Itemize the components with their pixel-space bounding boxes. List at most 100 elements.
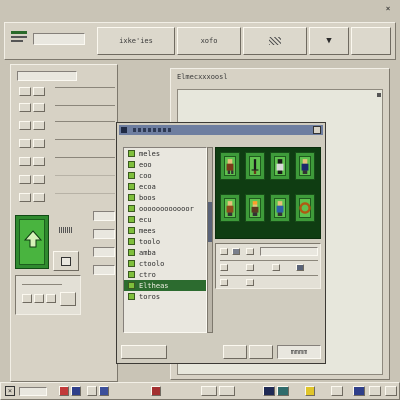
list-item[interactable]: boos — [124, 192, 206, 203]
status-swatch-yellow[interactable] — [305, 386, 315, 396]
close-icon[interactable]: × — [382, 4, 394, 14]
dither-pattern — [59, 227, 73, 233]
status-close-icon[interactable]: × — [5, 386, 15, 396]
list-item[interactable]: ctro — [124, 269, 206, 280]
list-item[interactable]: oooooooooooor — [124, 203, 206, 214]
scroll-corner-marker[interactable] — [377, 93, 381, 97]
lower-field[interactable] — [93, 247, 115, 257]
tile-cell[interactable] — [270, 152, 290, 180]
option-checkbox[interactable] — [33, 175, 45, 184]
group-button[interactable] — [46, 294, 56, 303]
tile-cell[interactable] — [220, 152, 240, 180]
prop-swatch[interactable] — [246, 279, 254, 286]
option-checkbox[interactable] — [33, 87, 45, 96]
list-item[interactable]: meles — [124, 148, 206, 159]
option-checkbox[interactable] — [33, 193, 45, 202]
divider — [220, 260, 318, 261]
list-item[interactable]: toros — [124, 291, 206, 302]
list-item-label: meles — [139, 149, 161, 158]
tile-cell[interactable] — [245, 152, 265, 180]
dialog-close-icon[interactable] — [313, 126, 321, 134]
footer-field-label: mmmm — [290, 348, 308, 356]
list-item[interactable]: mees — [124, 225, 206, 236]
list-item-label: toros — [139, 292, 161, 301]
status-swatch-grey[interactable] — [369, 386, 381, 396]
list-item-icon — [128, 172, 135, 179]
list-item[interactable]: ecu — [124, 214, 206, 225]
selected-tile[interactable] — [15, 215, 49, 269]
status-swatch-navy[interactable] — [263, 386, 275, 396]
list-item[interactable]: coo — [124, 170, 206, 181]
status-swatch-blue[interactable] — [99, 386, 109, 396]
status-swatch-teal[interactable] — [277, 386, 289, 396]
prop-swatch[interactable] — [220, 264, 228, 271]
lower-field[interactable] — [93, 229, 115, 239]
group-button[interactable] — [60, 292, 76, 306]
tile-cell[interactable] — [245, 194, 265, 222]
tile-cell[interactable] — [295, 194, 315, 222]
prop-field[interactable] — [260, 247, 318, 256]
lower-field[interactable] — [93, 265, 115, 275]
status-swatch-grey[interactable] — [385, 386, 397, 396]
status-swatch-red[interactable] — [59, 386, 69, 396]
list-item-label: coo — [139, 171, 152, 180]
toolbar-tab-right[interactable] — [243, 27, 307, 55]
footer-button[interactable] — [223, 345, 247, 359]
footer-field[interactable]: mmmm — [277, 345, 321, 359]
list-item[interactable]: amba — [124, 247, 206, 258]
option-checkbox[interactable] — [19, 157, 31, 166]
character-sprite-icon — [226, 201, 234, 216]
status-swatch-grey[interactable] — [219, 386, 235, 396]
prop-swatch[interactable] — [220, 279, 228, 286]
prop-swatch[interactable] — [220, 248, 228, 255]
list-item[interactable]: eoo — [124, 159, 206, 170]
toolbar-end-button[interactable] — [351, 27, 391, 55]
prop-swatch[interactable] — [246, 264, 254, 271]
footer-button[interactable] — [249, 345, 273, 359]
divider — [55, 157, 115, 158]
toolbar-expand-button[interactable]: ▼ — [309, 27, 349, 55]
option-checkbox[interactable] — [19, 193, 31, 202]
option-checkbox[interactable] — [33, 103, 45, 112]
group-button[interactable] — [22, 294, 32, 303]
list-item[interactable]: ctoolo — [124, 258, 206, 269]
option-checkbox[interactable] — [19, 121, 31, 130]
toolbar-tab-left[interactable]: ixke'ies — [97, 27, 175, 55]
list-item[interactable]: toolo — [124, 236, 206, 247]
app-icon[interactable] — [11, 31, 27, 43]
option-checkbox[interactable] — [19, 103, 31, 112]
status-swatch-grey[interactable] — [201, 386, 217, 396]
status-swatch-grey[interactable] — [87, 386, 97, 396]
tile-cell[interactable] — [295, 152, 315, 180]
list-item[interactable]: Eltheas — [124, 280, 206, 291]
up-arrow-icon — [23, 230, 43, 248]
tile-cell[interactable] — [220, 194, 240, 222]
toolbar-tab-mid[interactable]: xofo — [177, 27, 241, 55]
option-checkbox[interactable] — [19, 87, 31, 96]
list-item-label: oooooooooooor — [139, 204, 194, 213]
option-checkbox[interactable] — [19, 139, 31, 148]
character-sprite-icon — [276, 201, 284, 216]
prop-swatch[interactable] — [246, 248, 254, 255]
footer-button[interactable] — [121, 345, 167, 359]
option-checkbox[interactable] — [33, 121, 45, 130]
status-swatch-red[interactable] — [151, 386, 161, 396]
option-checkbox[interactable] — [19, 175, 31, 184]
prop-swatch[interactable] — [296, 264, 304, 271]
toolbar-field[interactable] — [33, 33, 85, 45]
status-swatch-grey[interactable] — [331, 386, 343, 396]
list-scrollbar[interactable] — [207, 147, 213, 333]
lower-field[interactable] — [93, 211, 115, 221]
group-button[interactable] — [34, 294, 44, 303]
option-checkbox[interactable] — [33, 157, 45, 166]
prop-swatch[interactable] — [272, 264, 280, 271]
scrollbar-thumb[interactable] — [208, 202, 212, 242]
status-swatch-blue[interactable] — [71, 386, 81, 396]
prop-swatch[interactable] — [232, 248, 240, 255]
status-swatch-blue[interactable] — [353, 386, 365, 396]
tile-cell[interactable] — [270, 194, 290, 222]
divider — [55, 121, 115, 122]
option-checkbox[interactable] — [33, 139, 45, 148]
tile-preview-button[interactable] — [53, 251, 79, 271]
list-item[interactable]: ecoa — [124, 181, 206, 192]
